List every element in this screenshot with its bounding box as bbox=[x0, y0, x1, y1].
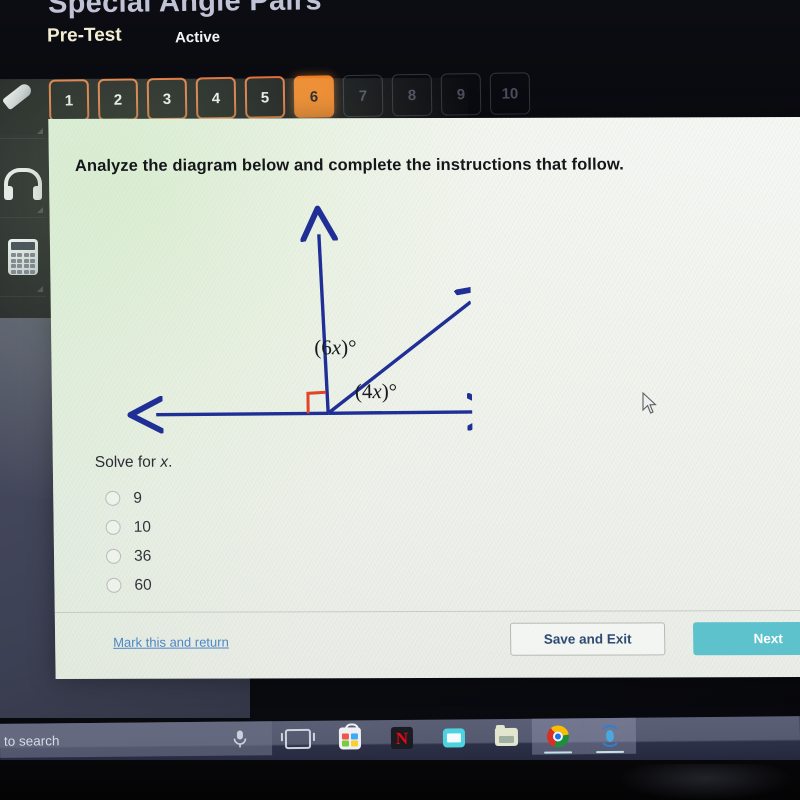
taskbar-search-placeholder: to search bbox=[3, 732, 60, 749]
bezel-light-blur bbox=[620, 764, 790, 800]
taskbar-mail-button[interactable] bbox=[428, 719, 480, 755]
taskbar-chrome-button[interactable] bbox=[531, 718, 585, 755]
test-state-label: Active bbox=[174, 28, 221, 47]
question-nav-item-10: 10 bbox=[489, 72, 531, 115]
file-explorer-icon bbox=[494, 727, 518, 747]
right-angle-marker bbox=[306, 390, 327, 414]
mouse-cursor-icon bbox=[642, 392, 657, 414]
question-nav-item-2[interactable]: 2 bbox=[97, 78, 139, 122]
microsoft-store-icon bbox=[338, 727, 362, 750]
answer-option-label: 60 bbox=[134, 576, 152, 594]
answer-option-label: 9 bbox=[133, 489, 143, 507]
question-nav-item-8: 8 bbox=[391, 73, 433, 117]
netflix-icon: N bbox=[390, 726, 414, 750]
question-nav-item-3[interactable]: 3 bbox=[146, 77, 188, 121]
tool-corner-marker bbox=[37, 207, 43, 213]
calculator-icon bbox=[8, 239, 38, 275]
solve-instruction-prefix: Solve for bbox=[94, 453, 161, 471]
angle-label-6x: (6x)° bbox=[314, 335, 357, 359]
taskbar-netflix-button[interactable]: N bbox=[376, 720, 428, 756]
question-nav-item-5[interactable]: 5 bbox=[244, 76, 286, 119]
question-nav-item-1[interactable]: 1 bbox=[48, 79, 90, 122]
ray-vertical-up bbox=[319, 234, 328, 414]
radio-button-icon[interactable] bbox=[105, 548, 122, 564]
answer-option-label: 10 bbox=[133, 518, 152, 536]
radio-button-icon[interactable] bbox=[105, 490, 121, 506]
solve-instruction: Solve for x. bbox=[95, 454, 173, 472]
ray-horizontal-left bbox=[156, 413, 329, 414]
angle-label-4x: (4x)° bbox=[355, 379, 398, 403]
calculator-tool[interactable] bbox=[0, 218, 46, 297]
radio-button-icon[interactable] bbox=[106, 577, 122, 593]
question-prompt: Analyze the diagram below and complete t… bbox=[74, 155, 625, 175]
app-icon bbox=[599, 725, 621, 747]
task-view-icon bbox=[284, 728, 312, 750]
tool-rail bbox=[0, 60, 46, 320]
headphones-icon bbox=[4, 168, 42, 200]
tool-corner-marker bbox=[37, 286, 43, 292]
next-button[interactable]: Next bbox=[692, 621, 800, 656]
tool-corner-marker bbox=[37, 128, 43, 134]
question-nav-item-4[interactable]: 4 bbox=[195, 76, 237, 120]
question-navigator: 1 2 3 4 5 6 7 8 9 10 bbox=[48, 72, 531, 122]
card-footer: Mark this and return Save and Exit Next bbox=[54, 609, 800, 679]
microphone-icon[interactable] bbox=[231, 728, 249, 748]
answer-option-1[interactable]: 9 bbox=[105, 484, 151, 513]
question-nav-item-6-current[interactable]: 6 bbox=[293, 75, 335, 118]
taskbar-app-button[interactable] bbox=[583, 717, 637, 755]
taskbar-task-view-button[interactable] bbox=[272, 721, 324, 757]
solve-instruction-suffix: . bbox=[167, 453, 173, 471]
question-nav-item-7: 7 bbox=[342, 74, 384, 118]
audio-tool[interactable] bbox=[0, 139, 46, 218]
answer-option-2[interactable]: 10 bbox=[105, 513, 151, 542]
save-and-exit-button[interactable]: Save and Exit bbox=[509, 622, 666, 656]
taskbar-file-explorer-button[interactable] bbox=[480, 719, 532, 755]
screenshot-root: Special Angle Pairs Pre-Test Active 1 2 … bbox=[0, 0, 800, 800]
answer-options: 9 10 36 60 bbox=[105, 484, 152, 600]
radio-button-icon[interactable] bbox=[105, 519, 121, 535]
ray-horizontal-right bbox=[328, 412, 473, 413]
page-title: Special Angle Pairs bbox=[47, 0, 322, 20]
highlighter-icon bbox=[1, 81, 34, 110]
highlighter-tool[interactable] bbox=[0, 60, 46, 139]
question-nav-item-9: 9 bbox=[440, 72, 482, 116]
answer-option-4[interactable]: 60 bbox=[106, 571, 152, 600]
chrome-icon bbox=[546, 725, 570, 748]
test-type-label: Pre-Test bbox=[46, 24, 122, 47]
mail-icon bbox=[442, 727, 466, 748]
question-card: Analyze the diagram below and complete t… bbox=[0, 77, 800, 679]
app-header-bar: Special Angle Pairs Pre-Test Active 1 2 … bbox=[0, 0, 800, 135]
taskbar-microsoft-store-button[interactable] bbox=[324, 720, 376, 756]
answer-option-3[interactable]: 36 bbox=[105, 542, 152, 571]
mark-and-return-link[interactable]: Mark this and return bbox=[113, 635, 229, 650]
taskbar-icon-strip: N bbox=[272, 717, 637, 757]
answer-option-label: 36 bbox=[133, 547, 152, 565]
